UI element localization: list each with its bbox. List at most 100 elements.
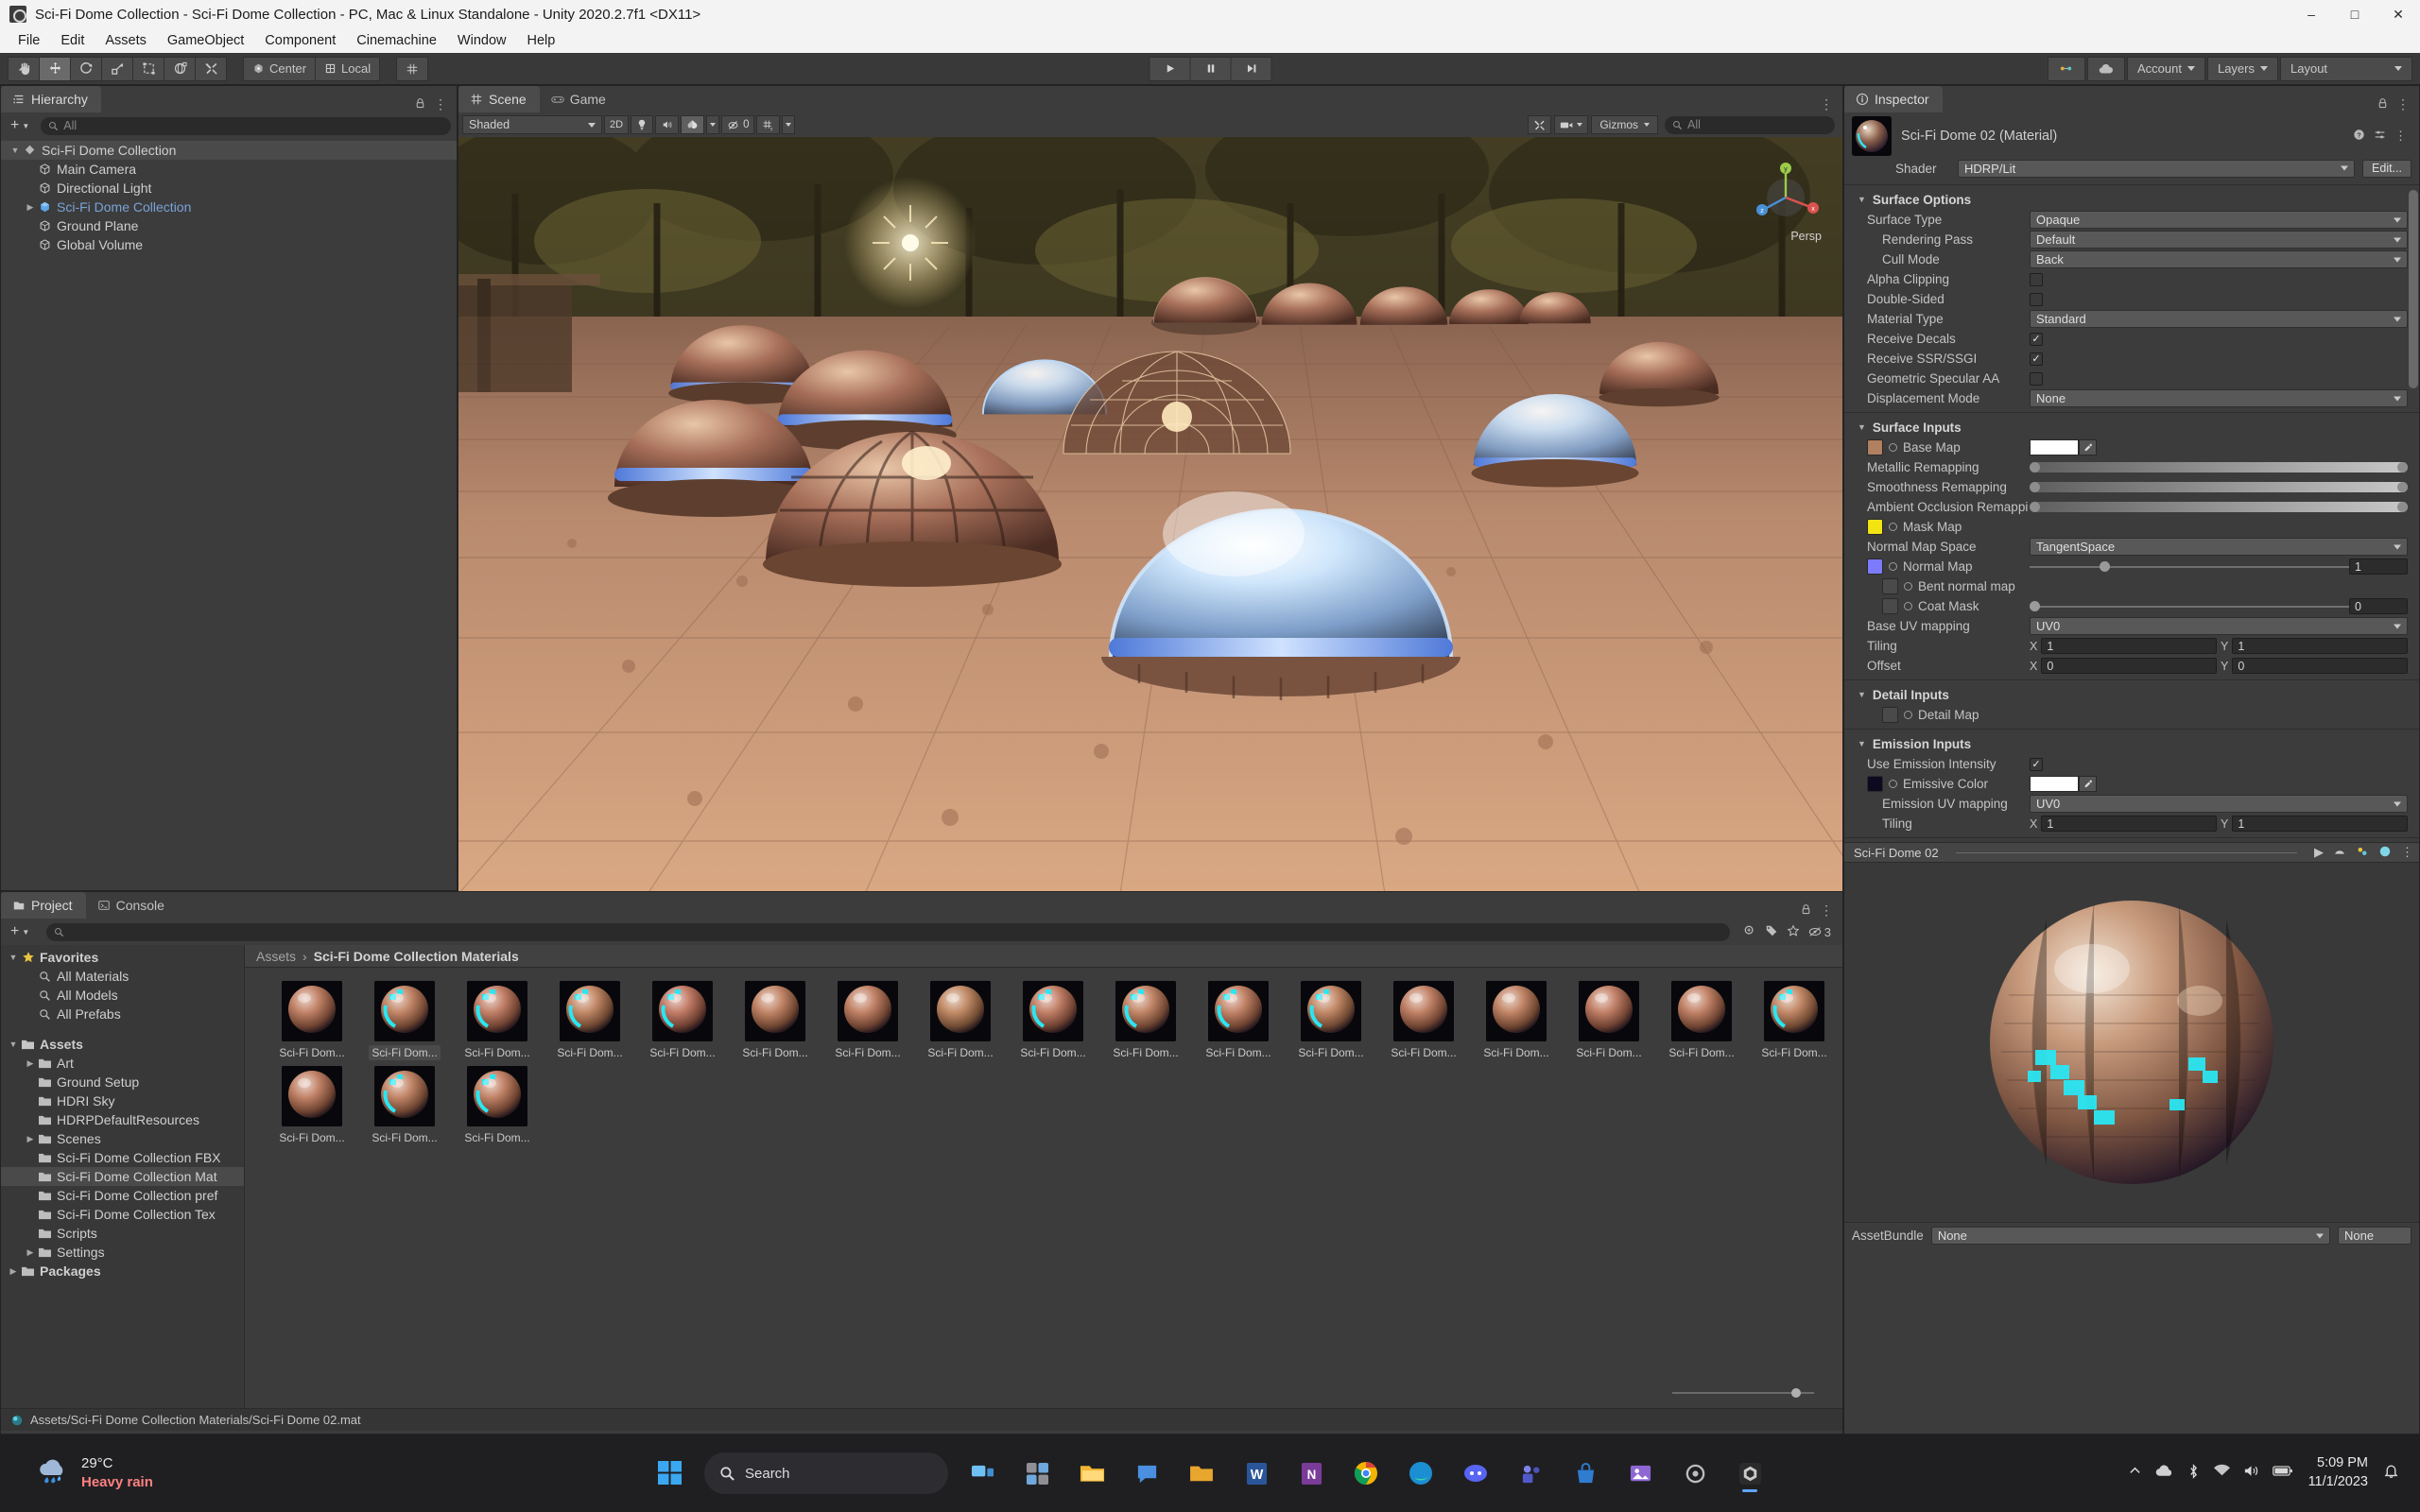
slider-max-handle[interactable] xyxy=(2397,462,2408,472)
taskbar-weather-widget[interactable]: 29°C Heavy rain xyxy=(0,1454,397,1493)
asset-item[interactable]: Sci-Fi Dom... xyxy=(1563,981,1655,1060)
taskbar-clock[interactable]: 5:09 PM 11/1/2023 xyxy=(2308,1454,2368,1491)
numeric-input[interactable]: 1 xyxy=(2349,558,2408,575)
rect-tool-button[interactable] xyxy=(132,56,164,81)
property-toggle-icon[interactable] xyxy=(1889,443,1897,452)
hierarchy-kebab-menu-icon[interactable]: ⋮ xyxy=(434,96,447,112)
cloud-button[interactable] xyxy=(2086,56,2125,81)
property-checkbox[interactable]: ✓ xyxy=(2030,332,2043,346)
texture-slot[interactable] xyxy=(1867,558,1883,575)
close-button[interactable]: ✕ xyxy=(2377,0,2420,28)
transform-tool-button[interactable] xyxy=(164,56,196,81)
gizmo-search-input[interactable]: All xyxy=(1665,115,1835,134)
texture-slot[interactable] xyxy=(1867,776,1883,792)
assetbundle-dropdown[interactable]: None xyxy=(1930,1227,2330,1245)
texture-slot[interactable] xyxy=(1882,578,1898,594)
project-tree-item-15[interactable]: Scripts xyxy=(1,1224,244,1243)
property-dropdown[interactable]: UV0 xyxy=(2030,617,2408,635)
property-dropdown[interactable]: Default xyxy=(2030,231,2408,249)
asset-item[interactable]: Sci-Fi Dom... xyxy=(358,981,451,1060)
discord-icon[interactable] xyxy=(1455,1452,1496,1494)
property-dropdown[interactable]: Back xyxy=(2030,250,2408,268)
menu-assets[interactable]: Assets xyxy=(95,30,157,51)
y-input[interactable]: 1 xyxy=(2232,816,2408,832)
tray-battery-icon[interactable] xyxy=(2272,1465,2293,1482)
preview-lighting-icon[interactable] xyxy=(2356,845,2369,861)
tab-inspector[interactable]: Inspector xyxy=(1844,86,1943,112)
play-button[interactable] xyxy=(1149,56,1191,81)
scene-camera-button[interactable] xyxy=(1554,115,1589,134)
tray-volume-icon[interactable] xyxy=(2243,1464,2259,1483)
hierarchy-item-5[interactable]: Global Volume xyxy=(1,235,457,254)
unity-icon[interactable] xyxy=(1729,1452,1771,1494)
search-by-label-icon[interactable] xyxy=(1765,924,1778,940)
tab-project[interactable]: Project xyxy=(1,892,86,919)
move-tool-button[interactable] xyxy=(39,56,71,81)
material-preview-viewport[interactable] xyxy=(1844,863,2419,1222)
tab-hierarchy[interactable]: Hierarchy xyxy=(1,86,101,112)
material-kebab-menu-icon[interactable]: ⋮ xyxy=(2394,129,2407,144)
search-by-type-icon[interactable] xyxy=(1743,924,1756,940)
section-header-1[interactable]: ▼ Surface Inputs xyxy=(1844,417,2419,438)
pause-button[interactable] xyxy=(1189,56,1232,81)
x-input[interactable]: 1 xyxy=(2041,638,2217,654)
numeric-input[interactable]: 0 xyxy=(2349,598,2408,614)
preview-sphere-icon[interactable] xyxy=(2333,845,2346,861)
menu-help[interactable]: Help xyxy=(516,30,565,51)
hierarchy-add-button[interactable]: + ▼ xyxy=(7,117,33,134)
menu-window[interactable]: Window xyxy=(447,30,517,51)
eyedropper-icon[interactable] xyxy=(2079,439,2097,455)
scene-kebab-menu-icon[interactable]: ⋮ xyxy=(1820,96,1833,112)
texture-slot[interactable] xyxy=(1867,439,1883,455)
y-input[interactable]: 0 xyxy=(2232,658,2408,674)
settings-icon[interactable] xyxy=(1674,1452,1716,1494)
color-field[interactable] xyxy=(2030,776,2079,792)
slider-max-handle[interactable] xyxy=(2397,502,2408,512)
breadcrumb-root[interactable]: Assets xyxy=(256,949,296,964)
step-button[interactable] xyxy=(1230,56,1272,81)
asset-item[interactable]: Sci-Fi Dom... xyxy=(1099,981,1192,1060)
minimize-button[interactable]: – xyxy=(2290,0,2333,28)
minmax-slider[interactable] xyxy=(2030,482,2408,492)
asset-item[interactable]: Sci-Fi Dom... xyxy=(1377,981,1470,1060)
project-lock-icon[interactable] xyxy=(1800,903,1812,919)
project-tree-item-11[interactable]: Sci-Fi Dome Collection FBX xyxy=(1,1148,244,1167)
eyedropper-icon[interactable] xyxy=(2079,776,2097,792)
menu-edit[interactable]: Edit xyxy=(50,30,95,51)
maximize-button[interactable]: □ xyxy=(2333,0,2377,28)
project-tree-item-0[interactable]: ▼ Favorites xyxy=(1,948,244,967)
project-tree-item-9[interactable]: HDRPDefaultResources xyxy=(1,1110,244,1129)
favorite-star-icon[interactable] xyxy=(1787,924,1800,940)
project-tree-item-3[interactable]: All Prefabs xyxy=(1,1005,244,1023)
hierarchy-lock-icon[interactable] xyxy=(414,97,426,112)
hierarchy-item-3[interactable]: ▶ Sci-Fi Dome Collection xyxy=(1,198,457,216)
texture-slot[interactable] xyxy=(1867,519,1883,535)
inspector-lock-icon[interactable] xyxy=(2377,97,2389,112)
photos-icon[interactable] xyxy=(1619,1452,1661,1494)
scene-audio-button[interactable] xyxy=(655,115,680,134)
chrome-icon[interactable] xyxy=(1345,1452,1387,1494)
assetbundle-variant-dropdown[interactable]: None xyxy=(2338,1227,2411,1245)
project-search-input[interactable] xyxy=(46,922,1730,941)
asset-item[interactable]: Sci-Fi Dom... xyxy=(1007,981,1099,1060)
scene-projection-label[interactable]: Persp xyxy=(1790,230,1822,243)
property-toggle-icon[interactable] xyxy=(1889,523,1897,531)
property-dropdown[interactable]: TangentSpace xyxy=(2030,538,2408,556)
property-checkbox[interactable]: ✓ xyxy=(2030,757,2043,771)
asset-item[interactable]: Sci-Fi Dom... xyxy=(1192,981,1285,1060)
texture-slot[interactable] xyxy=(1882,598,1898,614)
asset-item[interactable]: Sci-Fi Dom... xyxy=(451,981,544,1060)
help-icon[interactable]: ? xyxy=(2353,129,2365,144)
slider-knob[interactable] xyxy=(2030,601,2040,611)
project-tree-item-16[interactable]: ▶ Settings xyxy=(1,1243,244,1262)
shader-edit-button[interactable]: Edit... xyxy=(2362,159,2411,178)
scene-hidden-objects-button[interactable]: 0 xyxy=(721,115,755,134)
scene-viewport[interactable]: y x z Persp xyxy=(458,137,1842,894)
project-tree-item-10[interactable]: ▶ Scenes xyxy=(1,1129,244,1148)
slider-min-handle[interactable] xyxy=(2030,502,2040,512)
asset-item[interactable]: Sci-Fi Dom... xyxy=(544,981,636,1060)
chevron-right-icon[interactable]: ▶ xyxy=(7,1266,20,1277)
scene-fx-button[interactable] xyxy=(681,115,705,134)
menu-file[interactable]: File xyxy=(8,30,50,51)
texture-slot[interactable] xyxy=(1882,707,1898,723)
